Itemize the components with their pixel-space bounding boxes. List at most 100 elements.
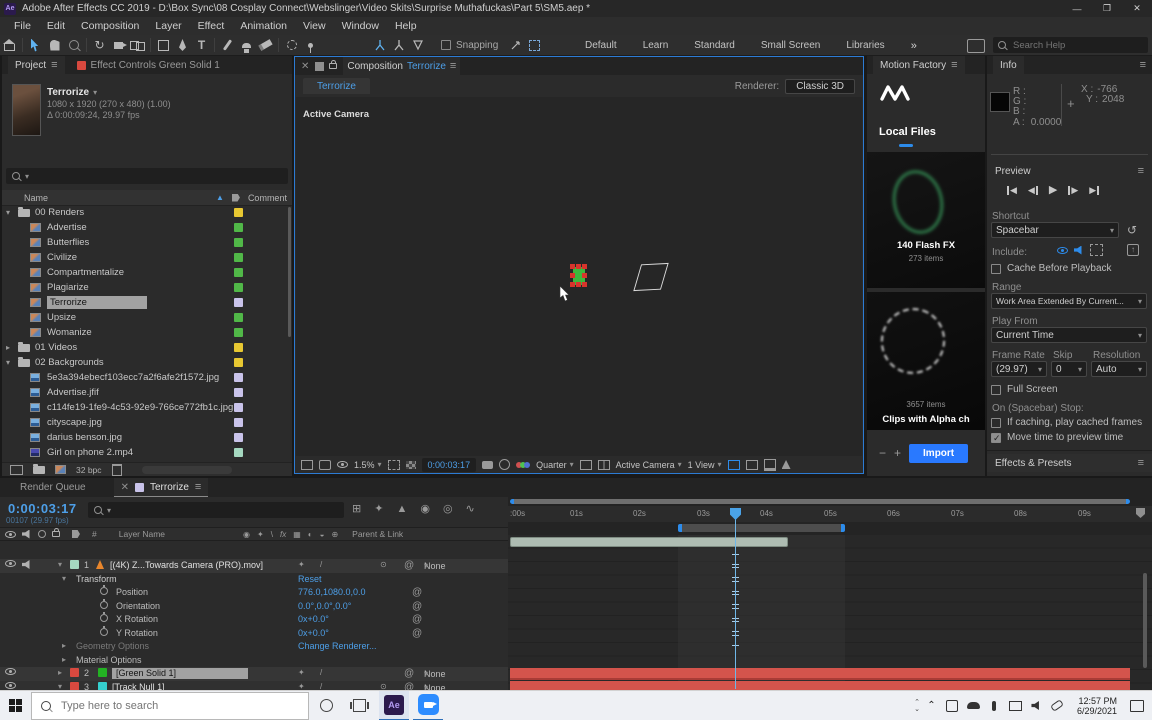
tray-app-icon[interactable] [943,695,962,717]
tab-composition[interactable]: Composition Terrorize ≡ [343,57,460,75]
transparency-grid-icon[interactable] [406,461,416,469]
transform-group-row[interactable]: ▾ Transform Reset [0,573,508,587]
shy-switch-icon[interactable]: ◉ [243,530,250,539]
layer-color-chip[interactable] [70,560,79,569]
include-overlays-icon[interactable] [1090,244,1103,256]
minimize-button[interactable]: — [1062,0,1092,17]
project-item-comp[interactable]: Womanize [2,325,292,340]
home-icon[interactable] [0,37,19,54]
always-preview-icon[interactable] [301,460,313,470]
new-folder-icon[interactable] [33,466,45,474]
composition-viewport[interactable]: Active Camera [296,97,862,456]
roto-brush-tool-icon[interactable] [282,37,301,54]
timeline-v-scrollbar[interactable] [1143,573,1147,668]
property-value[interactable]: 0x+0.0° [298,614,329,624]
project-search-box[interactable]: ▾ [6,168,288,184]
layer-twirl[interactable]: ▸ [58,668,62,677]
transform-handle[interactable] [582,264,587,269]
property-label[interactable]: Y Rotation [116,628,158,638]
show-snapshot-icon[interactable] [499,459,510,470]
camera-tool-icon[interactable] [109,37,128,54]
workspace-overflow-chevron[interactable]: » [911,40,917,52]
column-comment[interactable]: Comment [248,193,287,203]
mask-visibility-icon[interactable] [337,461,348,468]
label-color-chip[interactable] [234,328,243,337]
property-pickwhip-icon[interactable]: @ [412,628,422,639]
workspace-standard[interactable]: Standard [694,40,735,51]
play-button[interactable]: ▶ [1049,186,1057,195]
hidden-icons-chevron[interactable]: ⌃ [922,695,941,717]
local-axis-mode-icon[interactable] [370,37,389,54]
lock-column-icon[interactable] [52,531,60,537]
tab-motion-factory[interactable]: Motion Factory≡ [873,56,965,74]
close-button[interactable]: ✕ [1122,0,1152,17]
region-icon[interactable] [580,460,592,470]
pack-card-alpha-clips[interactable]: Clips with Alpha ch 3657 items [867,292,985,430]
close-tab-icon[interactable]: ✕ [301,61,309,72]
parent-pickwhip-icon[interactable]: @ [404,668,414,679]
property-value[interactable]: 0x+0.0° [298,628,329,638]
label-color-chip[interactable] [234,268,243,277]
project-item-folder[interactable]: ▸01 Videos [2,340,292,355]
layer-visibility-icon[interactable] [5,668,16,675]
brush-tool-icon[interactable] [218,37,237,54]
label-color-chip[interactable] [234,418,243,427]
collapse-switch-icon[interactable]: ✦ [257,530,264,539]
project-item-image[interactable]: Advertise.jfif [2,385,292,400]
comp-marker-bin-icon[interactable] [1136,508,1145,518]
timeline-h-scrollbar-track[interactable] [508,497,1152,506]
stopwatch-icon[interactable] [100,601,108,609]
position-property-row[interactable]: Position 776.0,1080.0,0.0 @ [0,586,508,600]
change-renderer-link[interactable]: Change Renderer... [298,641,377,651]
label-color-chip[interactable] [234,403,243,412]
project-item-video[interactable]: Girl on phone 2.mp4 [2,445,292,460]
layer-row-2-selected[interactable]: ▸ 2 [Green Solid 1] ✦ / @ None▾ [0,667,508,681]
project-item-comp[interactable]: Plagiarize [2,280,292,295]
preview-panel-header[interactable]: Preview≡ [987,162,1152,180]
threed-switch-icon[interactable]: ⊕ [331,530,338,539]
project-item-image[interactable]: c114fe19-1fe9-4c53-92e9-766ce772fb1c.jpg [2,400,292,415]
timeline-current-time[interactable]: 0:00:03:17 [8,501,77,516]
y-rotation-property-row[interactable]: Y Rotation 0x+0.0° @ [0,627,508,641]
move-time-checkbox[interactable] [991,433,1001,443]
taskbar-clock-date[interactable]: 6/29/2021 [1077,706,1117,716]
project-scrollbar[interactable] [288,207,291,337]
label-color-chip[interactable] [234,298,243,307]
snap-grid-icon[interactable] [525,37,544,54]
project-panel-menu-icon[interactable]: ≡ [51,59,57,71]
label-color-chip[interactable] [234,373,243,382]
zoom-in-button[interactable]: + [894,446,901,460]
channel-icon[interactable] [516,462,530,468]
main-monitor-icon[interactable] [319,460,331,470]
reset-link[interactable]: Reset [298,574,322,584]
help-search-box[interactable] [993,37,1148,53]
info-panel-menu-icon[interactable]: ≡ [1140,59,1146,71]
group-twirl[interactable]: ▸ [62,655,66,664]
comp-flowchart-icon[interactable] [764,459,776,471]
quality-switch[interactable]: / [320,668,322,677]
playhead-line[interactable] [735,519,736,689]
index-column-label[interactable]: # [92,529,97,539]
frame-rate-dropdown[interactable]: (29.97)▾ [991,361,1047,377]
group-label[interactable]: Transform [76,574,117,584]
puppet-pin-tool-icon[interactable] [301,37,320,54]
rotate-tool-icon[interactable]: ↻ [90,37,109,54]
layer-wireframe-outline[interactable] [633,263,668,291]
label-color-chip[interactable] [234,343,243,352]
magnification-dropdown[interactable]: 1.5%▾ [354,460,382,470]
start-button[interactable] [6,695,25,717]
taskbar-clock-time[interactable]: 12:57 PM [1078,696,1117,706]
label-color-chip[interactable] [234,238,243,247]
menu-window[interactable]: Window [334,20,387,32]
timeline-h-scrollbar-thumb[interactable] [510,499,1130,504]
audio-column-icon[interactable] [22,530,32,539]
link-icon[interactable] [1048,695,1067,717]
project-item-comp[interactable]: Butterflies [2,235,292,250]
zoom-out-button[interactable]: − [879,446,886,460]
project-item-image[interactable]: darius benson.jpg [2,430,292,445]
snapshot-camera-icon[interactable] [482,461,493,469]
first-frame-button[interactable]: ◀ [1007,186,1017,195]
video-column-icon[interactable] [5,531,16,538]
motion-blur-switch-icon[interactable]: ◐ [308,530,313,539]
trash-icon[interactable] [112,464,122,476]
